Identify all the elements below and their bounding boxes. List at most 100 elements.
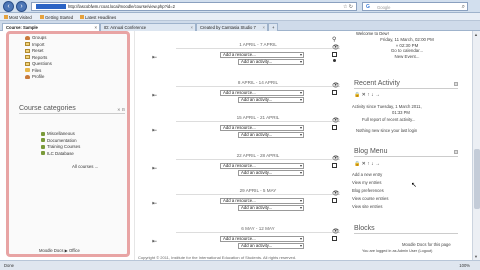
add-resource-select[interactable]: Add a resource... [220,163,304,169]
course-categories-title: Course categories [19,105,76,112]
blog-menu-title: Blog Menu [354,148,388,155]
category-ilc-database[interactable]: ILC Database [41,151,80,158]
folder-icon [25,68,30,72]
all-courses-link[interactable]: All courses ... [72,164,98,169]
week-section: 15 APRIL - 21 APRIL ⇤Add a resource... A… [152,115,340,139]
move-arrow-icon[interactable]: ⇤ [152,238,157,245]
move-dot-icon[interactable] [333,59,336,62]
back-button[interactable]: ‹ [3,1,14,12]
move-arrow-icon[interactable]: ⇤ [152,127,157,134]
tab-camtasia[interactable]: Created by Camtasia Studio 7 × [196,22,268,31]
reload-icon[interactable]: ☆ ↻ [343,4,353,10]
week-checkbox[interactable] [332,52,337,57]
rss-icon [80,15,84,19]
moodle-docs-link[interactable]: Moodle Docs for this page [402,242,451,247]
add-activity-select[interactable]: Add an activity... [238,205,304,211]
recent-activity-time: 01:33 PM [392,110,410,115]
divider [176,232,340,233]
show-hide-icon[interactable]: 👁 [332,44,340,51]
close-icon[interactable]: × [263,25,265,30]
show-hide-icon[interactable]: 👁 [332,228,340,235]
page-content: Groups Import Reset Reports Questions Fi… [0,31,480,260]
tab-annual-conference[interactable]: ID: Annual Conference × [100,22,196,31]
reset-icon [25,48,30,53]
url-selection-highlight [36,4,66,9]
login-info[interactable]: You are logged in as Admin User (Logout) [362,249,432,253]
tab-strip: Course: Sample × ID: Annual Conference × C… [0,21,480,31]
recent-activity-title: Recent Activity [354,80,400,87]
move-arrow-icon[interactable]: ⇤ [152,92,157,99]
add-activity-select[interactable]: Add an activity... [238,59,304,65]
week-checkbox[interactable] [332,236,337,241]
course-categories-header: Course categories ✕ ⊟ [19,105,125,114]
groups-icon [25,35,30,40]
new-tab-button[interactable]: + [268,22,278,31]
move-arrow-icon[interactable]: ⇤ [152,54,157,61]
blog-preferences-link[interactable]: Blog preferences [352,188,384,193]
week-checkbox[interactable] [332,125,337,130]
tab-course-sample[interactable]: Course: Sample × [2,22,100,31]
moodle-docs-footer-link[interactable]: Moodle Docs ▶ Office [39,248,80,253]
collapse-icon[interactable] [454,150,458,154]
new-event-link[interactable]: New Event... [348,54,466,60]
nothing-new-text: Nothing new since your last login [356,128,418,133]
search-icon[interactable]: ⌕ [462,4,465,11]
blog-site-entries-link[interactable]: View site entries [352,204,382,209]
blocks-title: Blocks [354,225,375,232]
blog-add-entry-link[interactable]: Add a new entry [352,172,382,177]
block-edit-icons[interactable]: 🔒 ✕ ↑ ↓ → [354,92,380,98]
blog-view-my-entries-link[interactable]: View my entries [352,180,381,185]
add-resource-select[interactable]: Add a resource... [220,52,304,58]
bookmark-icon [40,15,44,19]
category-icon [41,131,45,136]
left-sidebar-highlighted: Groups Import Reset Reports Questions Fi… [6,31,130,257]
scroll-up-icon[interactable]: ▲ [474,32,478,37]
collapse-icon[interactable] [454,82,458,86]
forward-button[interactable]: › [16,1,27,12]
add-resource-select[interactable]: Add a resource... [220,198,304,204]
add-resource-select[interactable]: Add a resource... [220,90,304,96]
add-activity-select[interactable]: Add an activity... [238,170,304,176]
blocks-header: Blocks [354,225,458,234]
block-edit-icons[interactable]: 🔒 ✕ ↑ ↓ → [354,161,380,167]
administration-list: Groups Import Reset Reports Questions Fi… [25,35,52,81]
block-controls-icon[interactable]: ✕ ⊟ [117,107,125,112]
add-resource-select[interactable]: Add a resource... [220,236,304,242]
full-report-link[interactable]: Full report of recent activity... [362,117,415,122]
week-checkbox[interactable] [332,163,337,168]
right-sidebar: Welcome to Dew! Friday, 11 March, 02:00 … [348,31,466,260]
bookmark-most-visited[interactable]: Most Visited [4,15,32,20]
week-checkbox[interactable] [332,198,337,203]
nav-item-profile[interactable]: Profile [25,74,52,81]
recent-activity-header: Recent Activity [354,80,458,89]
import-icon [25,42,30,46]
search-box[interactable]: G Google ⌕ [362,2,468,11]
column-divider [134,31,135,260]
show-hide-icon[interactable]: 👁 [332,82,340,89]
add-activity-select[interactable]: Add an activity... [238,132,304,138]
close-icon[interactable]: × [95,25,97,30]
scroll-thumb[interactable] [474,149,480,209]
scroll-down-icon[interactable]: ▼ [474,254,478,259]
show-hide-icon[interactable]: 👁 [332,155,340,162]
bookmark-latest-headlines[interactable]: Latest Headlines [80,15,116,20]
move-arrow-icon[interactable]: ⇤ [152,200,157,207]
move-arrow-icon[interactable]: ⇤ [152,165,157,172]
zoom-level[interactable]: 100% [459,263,470,268]
highlight-icon[interactable]: ⚲ [332,36,336,43]
bookmark-getting-started[interactable]: Getting Started [40,15,73,20]
address-bar[interactable]: http://lascobfwm.rcoat.local/moodle/cour… [31,2,357,11]
add-activity-select[interactable]: Add an activity... [238,243,304,249]
show-hide-icon[interactable]: 👁 [332,117,340,124]
blog-course-entries-link[interactable]: View course entries [352,196,388,201]
divider [176,159,340,160]
add-activity-select[interactable]: Add an activity... [238,97,304,103]
show-hide-icon[interactable]: 👁 [332,190,340,197]
browser-toolbar: ‹ › http://lascobfwm.rcoat.local/moodle/… [0,0,480,13]
week-section: 29 APRIL - 5 MAY ⇤Add a resource... Add … [152,188,340,212]
week-checkbox[interactable] [332,90,337,95]
vertical-scrollbar[interactable]: ▲ ▼ [472,31,480,260]
close-icon[interactable]: × [191,25,193,30]
welcome-text: Welcome to Dew! [356,31,389,36]
add-resource-select[interactable]: Add a resource... [220,125,304,131]
